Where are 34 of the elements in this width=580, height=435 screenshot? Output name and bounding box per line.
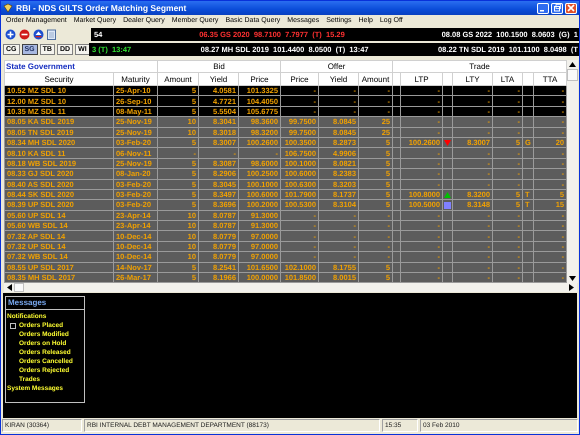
vertical-scrollbar[interactable] [567, 60, 578, 284]
table-title: State Government [4, 60, 158, 72]
maximize-button[interactable] [551, 2, 563, 14]
group-header: Trade [392, 60, 567, 72]
close-icon [567, 4, 575, 12]
scroll-up-icon[interactable] [569, 62, 576, 67]
window-title: RBI - NDS GILTS Order Matching Segment [16, 3, 186, 13]
scroll-right-icon[interactable] [569, 284, 574, 292]
notepad-icon[interactable] [47, 28, 56, 40]
eject-icon[interactable] [33, 28, 44, 40]
app-icon [3, 3, 13, 13]
column-header[interactable]: TTA [534, 72, 567, 86]
column-header[interactable]: LTY [452, 72, 493, 86]
horizontal-scrollbar[interactable] [4, 283, 577, 292]
panel-title: Messages [6, 297, 84, 310]
minimize-button[interactable] [537, 2, 549, 14]
column-header[interactable]: Price [238, 72, 280, 86]
close-button[interactable] [565, 2, 577, 14]
column-header[interactable]: Amount [358, 72, 393, 86]
column-header[interactable]: LTP [400, 72, 443, 86]
scroll-left-icon[interactable] [7, 284, 12, 292]
column-header[interactable]: Price [280, 72, 318, 86]
scrollbar-thumb[interactable] [567, 69, 578, 81]
group-header: Bid [158, 60, 280, 72]
column-header[interactable]: Security [4, 72, 114, 86]
scrollbar-thumb[interactable] [14, 283, 24, 292]
column-header[interactable]: Yield [198, 72, 238, 86]
restore-icon [553, 4, 561, 12]
column-header[interactable]: Yield [318, 72, 358, 86]
add-icon[interactable] [5, 28, 16, 40]
column-header[interactable]: Amount [158, 72, 198, 86]
remove-icon[interactable] [19, 28, 30, 40]
group-header: Offer [280, 60, 393, 72]
column-header[interactable]: Maturity [114, 72, 158, 86]
